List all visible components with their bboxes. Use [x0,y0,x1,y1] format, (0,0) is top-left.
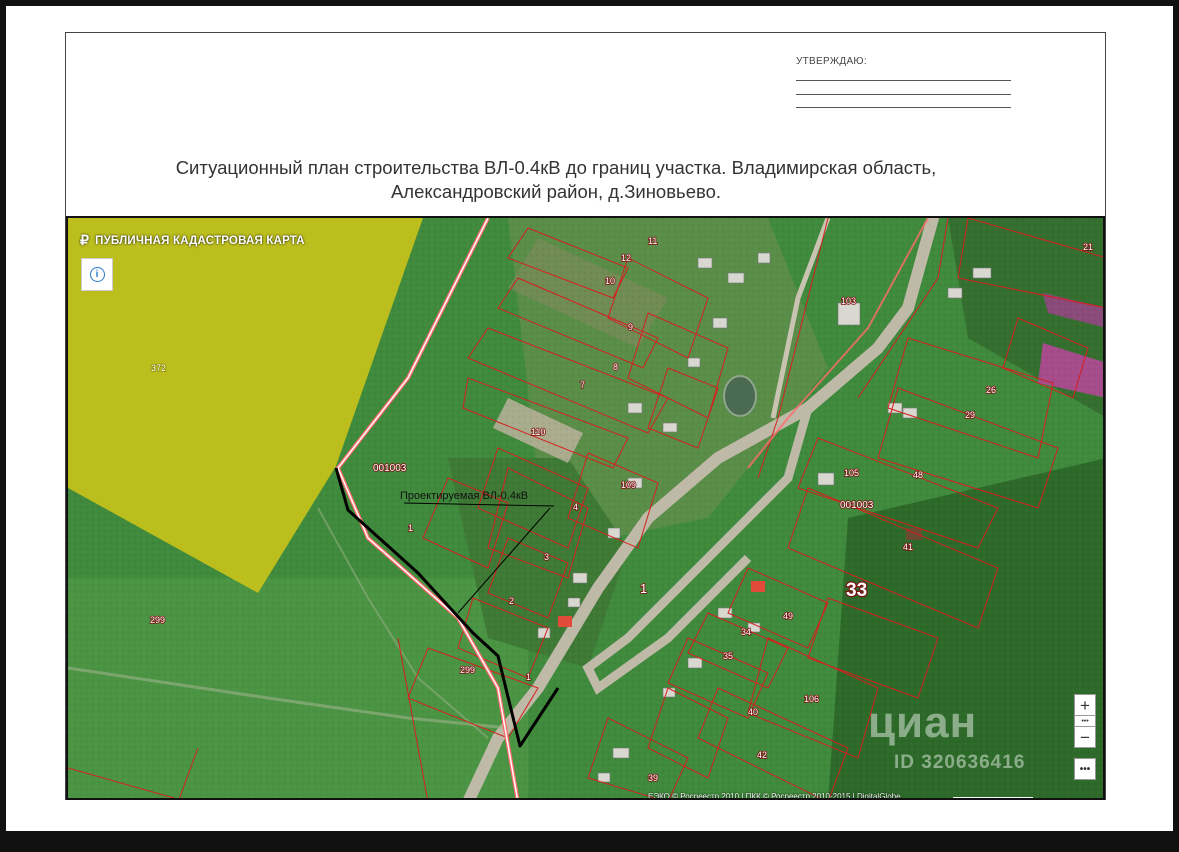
label-parcel-10: 10 [605,276,615,286]
label-parcel-40: 40 [748,707,758,717]
signature-line [796,107,1011,108]
approval-label: УТВЕРЖДАЮ: [796,56,867,67]
label-parcel-109: 109 [621,480,636,490]
label-parcel-4: 4 [573,502,578,512]
label-parcel-2: 2 [509,596,514,606]
power-line-label: Проектируемая ВЛ-0.4кВ [400,490,528,502]
map-brand-label: ПУБЛИЧНАЯ КАДАСТРОВАЯ КАРТА [95,234,305,247]
cian-watermark: циан [868,698,978,747]
label-parcel-299: 299 [150,615,165,625]
label-parcel-48: 48 [913,470,923,480]
label-parcel-39: 39 [648,773,658,783]
label-parcel-34: 34 [741,627,751,637]
label-parcel-26: 26 [986,385,996,395]
label-parcel-3: 3 [544,552,549,562]
cadastral-map[interactable]: 372 001003 001003 299 299 1 1 1 2 3 4 7 … [66,216,1105,800]
label-parcel-1: 1 [526,672,531,682]
zoom-in-button[interactable]: + [1074,694,1096,716]
label-parcel-41: 41 [903,542,913,552]
label-parcel-7: 7 [580,380,585,390]
label-parcel-299: 299 [460,665,475,675]
label-parcel-103: 103 [841,296,856,306]
label-block-001003: 001003 [373,463,407,474]
info-button[interactable]: i [81,258,113,291]
label-parcel-9: 9 [628,322,633,332]
map-brand: ₽ ПУБЛИЧНАЯ КАДАСТРОВАЯ КАРТА [80,232,305,249]
label-parcel-21: 21 [1083,242,1093,252]
red-roof-house [558,616,572,627]
title-line-1: Ситуационный план строительства ВЛ-0.4кВ… [175,157,937,178]
title-line-2: Александровский район, д.Зиновьево. [390,181,722,202]
label-parcel-49: 49 [783,611,793,621]
label-parcel-105: 105 [844,468,859,478]
label-quarter-33: 33 [846,580,867,601]
signature-line [796,94,1011,95]
label-parcel-1: 1 [640,581,647,596]
map-copyright: ЕЭКО © Росреестр 2010 | ПКК © Росреестр … [648,792,901,800]
label-block-001003: 001003 [840,500,874,511]
signature-line [796,80,1011,81]
label-parcel-35: 35 [723,651,733,661]
zoom-out-button[interactable]: − [1074,726,1096,748]
label-parcel-11: 11 [648,236,657,246]
label-zone-372: 372 [151,363,166,373]
label-parcel-106: 106 [804,694,819,704]
zoom-slider[interactable]: ••• [1074,716,1096,726]
pond [723,375,757,417]
label-parcel-8: 8 [613,362,618,372]
red-roof-house [751,581,765,592]
cian-watermark-id: ID 320636416 [894,752,1026,773]
label-parcel-42: 42 [757,750,767,760]
p-logo-icon: ₽ [80,232,90,248]
label-parcel-1: 1 [408,523,413,533]
label-parcel-110: 110 [531,427,545,437]
more-options-button[interactable]: ••• [1074,758,1096,780]
label-parcel-12: 12 [621,253,631,263]
page-title: Ситуационный план строительства ВЛ-0.4кВ… [100,156,1012,204]
info-icon: i [89,267,105,282]
label-parcel-29: 29 [965,410,975,420]
